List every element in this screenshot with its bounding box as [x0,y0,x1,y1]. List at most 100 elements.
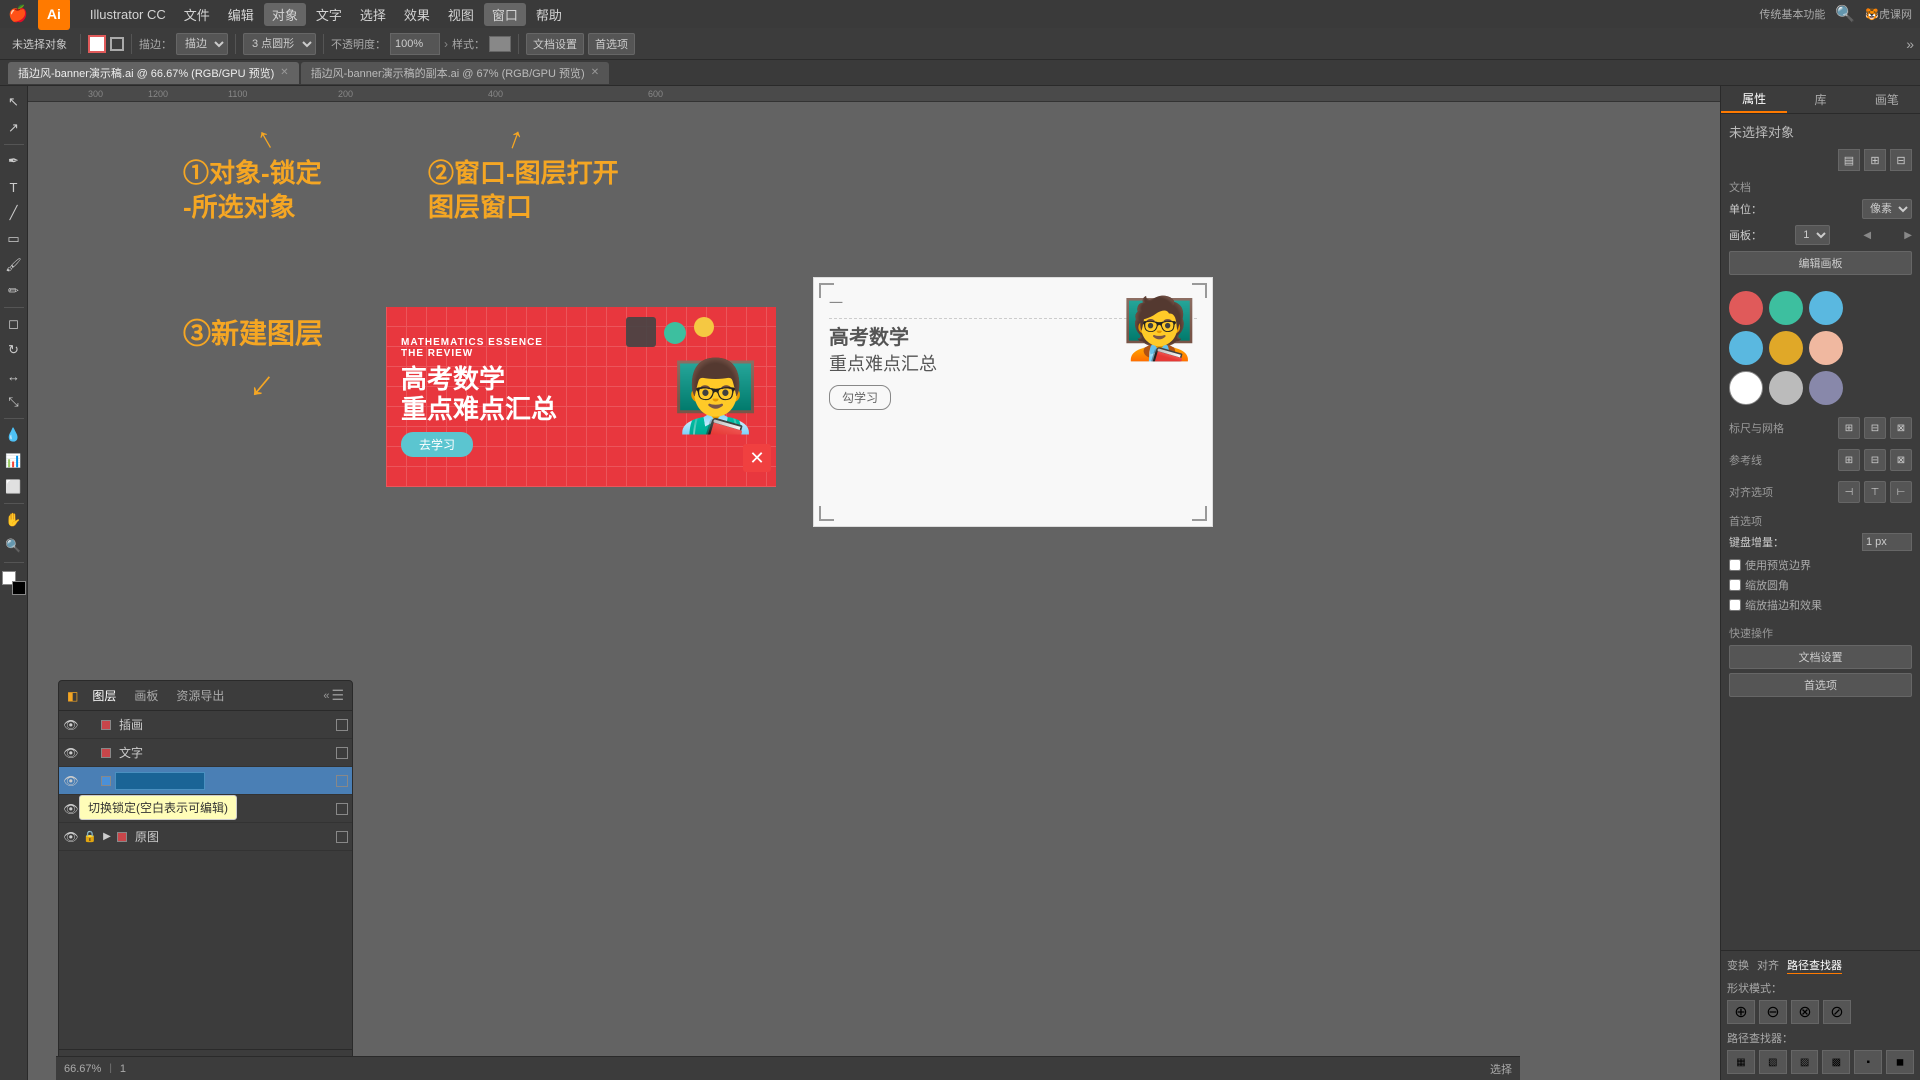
path-finder-5[interactable]: ▪ [1854,1050,1882,1074]
shape-mode-3[interactable]: ⊗ [1791,1000,1819,1024]
guides-btn-3[interactable]: ⊠ [1890,449,1912,471]
layer-item-original[interactable]: 👁 🔒 ▶ 原图 [59,823,352,851]
stroke-indicator[interactable] [12,581,26,595]
layer-eye-0[interactable]: 👁 [63,718,79,732]
path-finder-3[interactable]: ▨ [1791,1050,1819,1074]
ruler-btn-1[interactable]: ⊞ [1838,417,1860,439]
layer-item-editing[interactable]: 👁 切换锁定(空白表示可编辑) [59,767,352,795]
rotate-tool[interactable]: ↻ [2,338,26,362]
preferences-btn[interactable]: 首选项 [588,33,635,55]
doc-settings-btn[interactable]: 文档设置 [526,33,584,55]
menu-edit[interactable]: 编辑 [220,3,262,26]
tool-icon-2[interactable]: ⊞ [1864,149,1886,171]
align-btn-3[interactable]: ⊢ [1890,481,1912,503]
quick-preferences-btn[interactable]: 首选项 [1729,673,1912,697]
reflect-tool[interactable]: ↔ [2,364,26,388]
pen-tool[interactable]: ✒ [2,149,26,173]
layer-expand-4[interactable]: ▶ [101,831,113,842]
rpanel-tab-properties[interactable]: 属性 [1721,86,1787,113]
path-finder-2[interactable]: ▧ [1759,1050,1787,1074]
path-finder-4[interactable]: ▩ [1822,1050,1850,1074]
unit-select[interactable]: 像素 [1862,199,1912,219]
rpanel-tab-brushes[interactable]: 画笔 [1854,86,1920,113]
layers-tab-export[interactable]: 资源导出 [168,685,232,706]
rpanel-tab-library[interactable]: 库 [1787,86,1853,113]
scale-effects-check[interactable] [1729,599,1741,611]
artboard-nav-prev[interactable]: ◀ [1863,230,1871,241]
swatch-blue[interactable] [1809,291,1843,325]
tab-1[interactable]: 插边风-banner演示稿.ai @ 66.67% (RGB/GPU 预览) ✕ [8,62,299,84]
artboard-nav-next[interactable]: ▶ [1904,230,1912,241]
tab-2-close[interactable]: ✕ [591,67,599,78]
fill-color[interactable] [88,35,106,53]
transform-tab[interactable]: 变换 [1727,957,1749,974]
artboard-tool[interactable]: ⬜ [2,475,26,499]
direct-selection-tool[interactable]: ↗ [2,116,26,140]
type-tool[interactable]: T [2,175,26,199]
opacity-input[interactable] [390,33,440,55]
layers-menu-btn[interactable]: ☰ [331,687,344,704]
path-finder-6[interactable]: ◼ [1886,1050,1914,1074]
eraser-tool[interactable]: ◻ [2,312,26,336]
menu-file[interactable]: 文件 [176,3,218,26]
scale-tool[interactable]: ⤡ [2,390,26,414]
quick-doc-settings-btn[interactable]: 文档设置 [1729,645,1912,669]
hand-tool[interactable]: ✋ [2,508,26,532]
menu-effect[interactable]: 效果 [396,3,438,26]
swatch-orange[interactable] [1769,331,1803,365]
swatch-red[interactable] [1729,291,1763,325]
ruler-btn-2[interactable]: ⊟ [1864,417,1886,439]
swatch-teal[interactable] [1769,291,1803,325]
eyedropper-tool[interactable]: 💧 [2,423,26,447]
layer-item-text[interactable]: 👁 文字 [59,739,352,767]
style-swatch[interactable] [489,36,511,52]
shape-mode-1[interactable]: ⊕ [1727,1000,1755,1024]
zoom-tool[interactable]: 🔍 [2,534,26,558]
guides-btn-1[interactable]: ⊞ [1838,449,1860,471]
menu-object[interactable]: 对象 [264,3,306,26]
stroke-color[interactable] [110,37,124,51]
swatch-purple-gray[interactable] [1809,371,1843,405]
edit-artboard-btn[interactable]: 编辑画板 [1729,251,1912,275]
stroke-type-select[interactable]: 描边 [176,33,228,55]
swatch-gray[interactable] [1769,371,1803,405]
swatch-white[interactable] [1729,371,1763,405]
shape-mode-2[interactable]: ⊖ [1759,1000,1787,1024]
layer-lock-4[interactable]: 🔒 [83,830,97,843]
line-tool[interactable]: ╱ [2,201,26,225]
panel-toggle[interactable]: » [1906,36,1914,52]
tab-2[interactable]: 插边风-banner演示稿的副本.ai @ 67% (RGB/GPU 预览) ✕ [301,62,609,84]
shape-select[interactable]: 3 点圆形 [243,33,316,55]
menu-illustrator[interactable]: Illustrator CC [82,5,174,24]
ruler-btn-3[interactable]: ⊠ [1890,417,1912,439]
layer-item-chua[interactable]: 👁 插画 [59,711,352,739]
align-tab[interactable]: 对齐 [1757,957,1779,974]
scale-corners-check[interactable] [1729,579,1741,591]
menu-help[interactable]: 帮助 [528,3,570,26]
swatch-peach[interactable] [1809,331,1843,365]
layers-tab-artboards[interactable]: 画板 [126,685,166,706]
layer-eye-4[interactable]: 👁 [63,830,79,844]
banner-btn[interactable]: 去学习 [401,432,473,457]
path-finder-1[interactable]: ▦ [1727,1050,1755,1074]
artboard-select[interactable]: 1 [1795,225,1830,245]
tab-1-close[interactable]: ✕ [280,67,288,78]
pathfinder-tab[interactable]: 路径查找器 [1787,957,1842,974]
menu-window[interactable]: 窗口 [484,3,526,26]
menu-text[interactable]: 文字 [308,3,350,26]
search-icon[interactable]: 🔍 [1835,4,1855,24]
apple-menu[interactable]: 🍎 [8,4,28,24]
layers-collapse-btn[interactable]: « [323,690,329,702]
layer-eye-1[interactable]: 👁 [63,746,79,760]
selection-tool[interactable]: ↖ [2,90,26,114]
layer-name-input-2[interactable] [115,772,205,790]
tool-icon-3[interactable]: ⊟ [1890,149,1912,171]
align-btn-1[interactable]: ⊣ [1838,481,1860,503]
menu-select[interactable]: 选择 [352,3,394,26]
paintbrush-tool[interactable]: 🖌 [2,253,26,277]
keyboard-incr-input[interactable] [1862,533,1912,551]
rect-tool[interactable]: ▭ [2,227,26,251]
menu-view[interactable]: 视图 [440,3,482,26]
shape-mode-4[interactable]: ⊘ [1823,1000,1851,1024]
guides-btn-2[interactable]: ⊟ [1864,449,1886,471]
